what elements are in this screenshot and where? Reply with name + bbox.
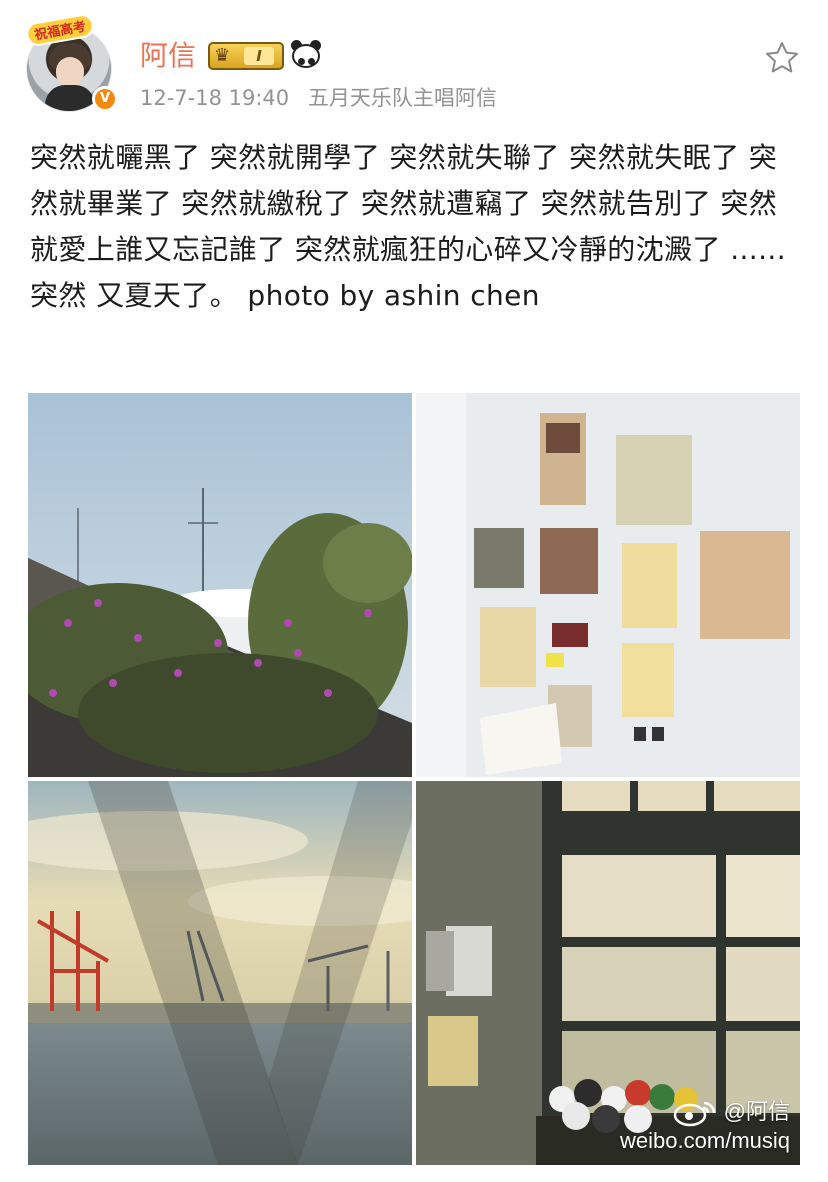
username[interactable]: 阿信 <box>140 38 196 74</box>
photo-grid: @阿信 weibo.com/musiq <box>28 393 800 1165</box>
post-timestamp: 12-7-18 19:40 <box>140 86 290 110</box>
post-meta: 12-7-18 19:40 五月天乐队主唱阿信 <box>140 84 497 112</box>
star-icon <box>766 42 798 73</box>
photo-rooftop-flowers[interactable] <box>28 393 412 777</box>
post-text: 突然就曬黑了 突然就開學了 突然就失聯了 突然就失眠了 突然就畢業了 突然就繳稅… <box>30 141 787 312</box>
weibo-post: 祝福高考 V 阿信 ♛ I 12-7-18 19:40 五月天乐队主唱阿信 突然… <box>0 0 828 1182</box>
verified-icon: V <box>92 86 118 112</box>
member-level: I <box>244 47 274 65</box>
weibo-watermark: @阿信 weibo.com/musiq <box>620 1097 790 1155</box>
avatar-container[interactable]: 祝福高考 V <box>24 12 118 112</box>
panda-icon[interactable] <box>290 40 322 70</box>
member-badge[interactable]: ♛ I <box>208 42 284 70</box>
watermark-user: @阿信 <box>723 1099 790 1124</box>
photo-harbor-cranes[interactable] <box>28 781 412 1165</box>
weibo-logo-icon <box>673 1101 715 1127</box>
post-source[interactable]: 五月天乐队主唱阿信 <box>308 86 497 110</box>
photo-wall-notes[interactable] <box>416 393 800 777</box>
favorite-button[interactable] <box>764 40 800 76</box>
watermark-url: weibo.com/musiq <box>620 1128 790 1153</box>
crown-icon: ♛ <box>214 45 231 66</box>
photo-window-toys[interactable]: @阿信 weibo.com/musiq <box>416 781 800 1165</box>
